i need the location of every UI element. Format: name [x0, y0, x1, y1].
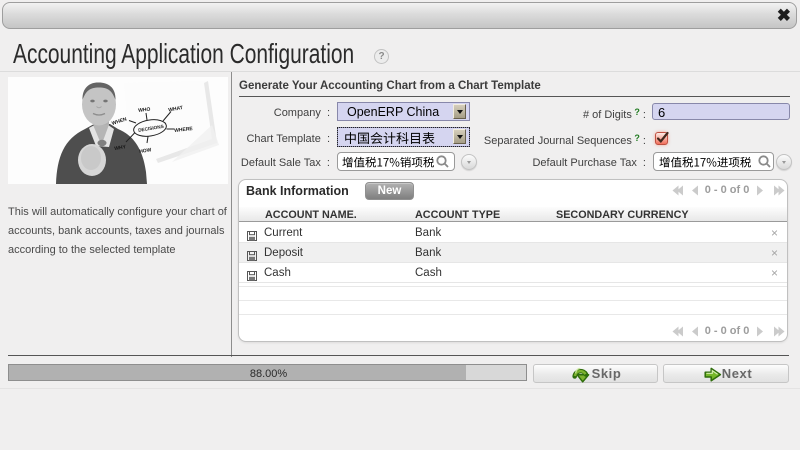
svg-text:WHO: WHO [138, 107, 151, 114]
